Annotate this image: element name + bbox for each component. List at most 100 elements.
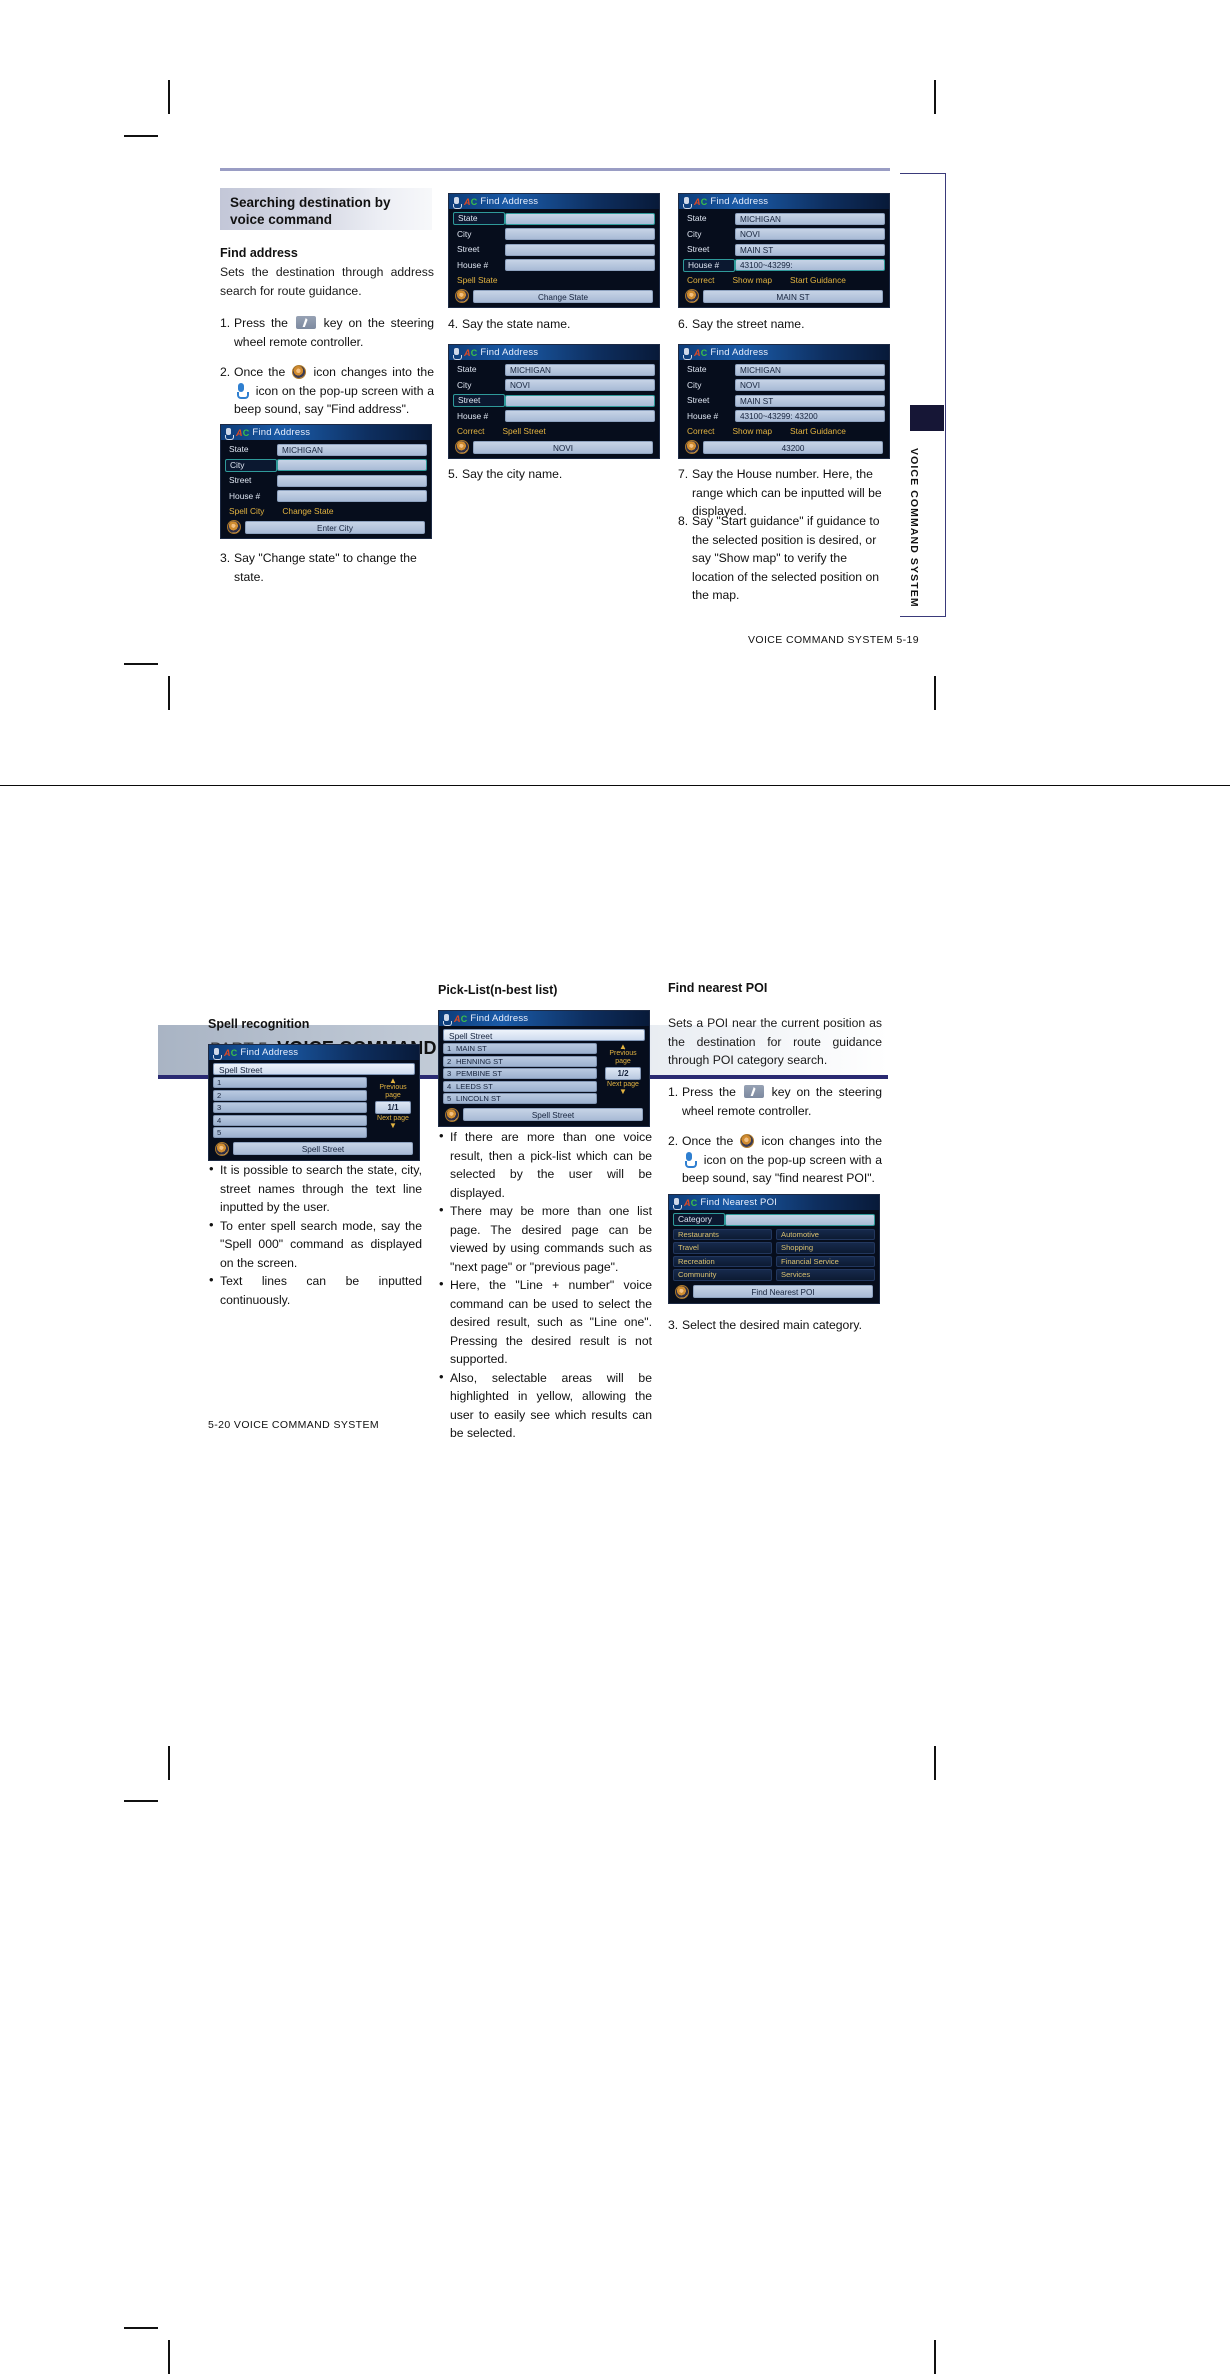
voice-prompt-field[interactable]: Change State [473,289,653,303]
list-item[interactable]: 2 [213,1089,367,1101]
list-item[interactable]: 5 [213,1127,367,1138]
field-value-city[interactable]: NOVI [735,379,885,391]
field-value-street[interactable]: MAIN ST [735,394,885,407]
spell-street-field[interactable]: Spell Street [443,1029,645,1041]
nav-field-row[interactable]: City NOVI [683,228,885,241]
poi-category-travel[interactable]: Travel [673,1242,772,1254]
nav-field-row[interactable]: House # [225,490,427,503]
nav-titlebar: AC Find Address [439,1011,649,1026]
nav-field-row[interactable]: Category [673,1213,875,1226]
field-value-city[interactable] [505,228,655,240]
steering-wheel-voice-key-icon [295,316,316,329]
nav-voice-bar: 43200 [683,438,885,454]
page-folio: VOICE COMMAND SYSTEM 5-19 [748,634,920,646]
poi-category-restaurants[interactable]: Restaurants [673,1228,772,1240]
command-spell-street[interactable]: Spell Street [502,426,545,436]
command-correct[interactable]: Correct [687,426,714,436]
voice-prompt-field[interactable]: Spell Street [463,1108,643,1121]
voice-prompt-field[interactable]: Find Nearest POI [693,1285,873,1298]
list-item[interactable]: 4 LEEDS ST [443,1080,597,1092]
nav-field-row[interactable]: Street MAIN ST [683,394,885,407]
field-value-house[interactable]: 43100~43299: [735,259,885,271]
nav-field-row[interactable]: State MICHIGAN [683,212,885,225]
nav-field-row[interactable]: House # [453,410,655,423]
field-value-city[interactable]: NOVI [735,228,885,240]
field-value-city[interactable] [277,459,427,471]
command-spell-state[interactable]: Spell State [457,275,498,285]
nav-field-row[interactable]: City NOVI [453,379,655,392]
nav-field-row[interactable]: City [453,228,655,241]
list-item[interactable]: 2 HENNING ST [443,1055,597,1067]
poi-category-column-left: Restaurants Travel Recreation Community [673,1228,772,1283]
list-item[interactable]: 3 PEMBINE ST [443,1068,597,1079]
field-value-house[interactable]: 43100~43299: 43200 [735,410,885,422]
command-start-guidance[interactable]: Start Guidance [790,426,846,436]
nav-field-row[interactable]: State MICHIGAN [453,363,655,376]
voice-prompt-field[interactable]: NOVI [473,440,653,454]
spell-recognition-heading: Spell recognition [208,1017,310,1031]
field-value-category[interactable] [725,1213,875,1226]
previous-page-label[interactable]: Previous page [601,1050,645,1066]
nav-screen-find-address-complete: AC Find Address State MICHIGAN City NOVI… [678,344,890,459]
nav-field-row[interactable]: House # 43100~43299: [683,258,885,272]
field-value-state[interactable]: MICHIGAN [735,212,885,225]
poi-category-grid: Restaurants Travel Recreation Community … [673,1228,875,1283]
voice-prompt-field[interactable]: 43200 [703,440,883,454]
list-item[interactable]: 4 [213,1114,367,1126]
poi-category-automotive[interactable]: Automotive [776,1228,875,1240]
field-value-state[interactable]: MICHIGAN [505,363,655,376]
nav-field-row[interactable]: City [225,458,427,472]
field-value-street[interactable] [505,394,655,407]
command-correct[interactable]: Correct [457,426,484,436]
command-correct[interactable]: Correct [687,275,714,285]
list-item[interactable]: 3 [213,1102,367,1113]
nav-field-row[interactable]: House # [453,259,655,272]
command-start-guidance[interactable]: Start Guidance [790,275,846,285]
field-value-city[interactable]: NOVI [505,379,655,391]
voice-prompt-field[interactable]: Spell Street [233,1142,413,1155]
voice-prompt-field[interactable]: MAIN ST [703,289,883,303]
nav-body: State City Street House # Spell State Ch… [449,209,659,307]
field-value-house[interactable] [277,490,427,502]
poi-category-community[interactable]: Community [673,1269,772,1281]
nav-field-row[interactable]: State MICHIGAN [683,363,885,376]
previous-page-label[interactable]: Previous page [371,1084,415,1100]
command-show-map[interactable]: Show map [732,426,772,436]
nav-field-row[interactable]: Street MAIN ST [683,243,885,256]
manual-page-5-19: Searching destination by voice command F… [0,0,1230,880]
nav-field-row[interactable]: City NOVI [683,379,885,392]
nav-field-row[interactable]: House # 43100~43299: 43200 [683,410,885,423]
list-item[interactable]: 5 LINCOLN ST [443,1093,597,1104]
poi-category-shopping[interactable]: Shopping [776,1242,875,1254]
nav-field-row[interactable]: Street [453,394,655,407]
nav-field-row[interactable]: State MICHIGAN [225,443,427,456]
nav-voice-bar: NOVI [453,438,655,454]
field-value-state[interactable] [505,212,655,225]
list-item[interactable]: 1 MAIN ST [443,1043,597,1054]
poi-category-services[interactable]: Services [776,1269,875,1281]
voice-prompt-field[interactable]: Enter City [245,520,425,534]
crop-mark [124,135,158,137]
nav-screen-spell-recognition: AC Find Address Spell Street 1 2 3 4 5 ▲… [208,1044,420,1161]
list-item[interactable]: 1 [213,1077,367,1088]
command-show-map[interactable]: Show map [732,275,772,285]
field-value-state[interactable]: MICHIGAN [277,443,427,456]
field-value-street[interactable] [505,243,655,256]
field-value-street[interactable] [277,474,427,487]
poi-category-financial-service[interactable]: Financial Service [776,1255,875,1267]
crop-mark [168,676,170,710]
spell-street-field[interactable]: Spell Street [213,1063,415,1075]
command-spell-city[interactable]: Spell City [229,506,264,516]
field-value-state[interactable]: MICHIGAN [735,363,885,376]
command-change-state[interactable]: Change State [282,506,333,516]
chevron-down-icon[interactable]: ▼ [601,1088,645,1096]
step-2: 2. Once the icon changes into the icon o… [220,363,434,419]
field-value-street[interactable]: MAIN ST [735,243,885,256]
field-value-house[interactable] [505,259,655,271]
field-value-house[interactable] [505,410,655,422]
chevron-down-icon[interactable]: ▼ [371,1122,415,1130]
nav-field-row[interactable]: Street [453,243,655,256]
nav-field-row[interactable]: State [453,212,655,225]
poi-category-recreation[interactable]: Recreation [673,1255,772,1267]
nav-field-row[interactable]: Street [225,474,427,487]
